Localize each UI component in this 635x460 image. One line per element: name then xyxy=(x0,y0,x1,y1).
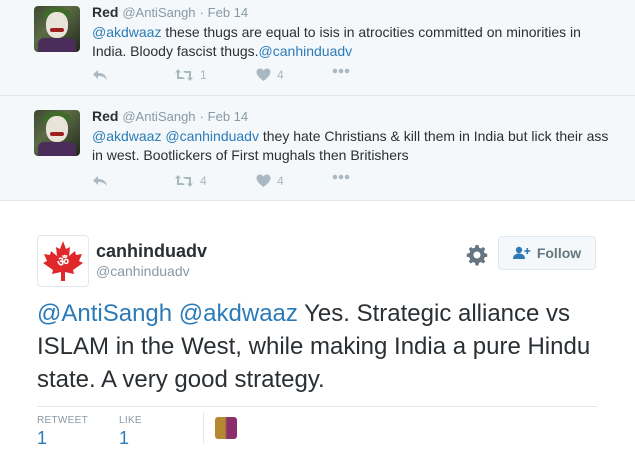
avatar[interactable]: ॐ xyxy=(37,235,89,287)
like-stat[interactable]: LIKE 1 xyxy=(119,415,142,449)
reply-tweet[interactable]: Red @AntiSangh · Feb 14 @akdwaaz these t… xyxy=(0,0,635,96)
tweet-date[interactable]: Feb 14 xyxy=(208,109,248,124)
svg-text:ॐ: ॐ xyxy=(57,254,69,270)
retweet-icon xyxy=(175,175,193,187)
stats-divider xyxy=(203,413,204,443)
heart-icon xyxy=(256,68,271,81)
gear-icon[interactable] xyxy=(466,244,488,266)
tweet-text: @akdwaaz these thugs are equal to isis i… xyxy=(92,23,612,61)
author-name[interactable]: Red xyxy=(92,108,118,124)
more-icon xyxy=(332,174,350,180)
retweet-stat[interactable]: RETWEET 1 xyxy=(37,415,88,449)
reply-icon xyxy=(93,70,107,80)
like-stat-label: LIKE xyxy=(119,415,142,426)
mention-link[interactable]: @canhinduadv xyxy=(165,128,259,144)
tweet-date[interactable]: Feb 14 xyxy=(208,5,248,20)
follow-user-icon xyxy=(512,246,531,259)
tweet-text: @akdwaaz @canhinduadv they hate Christia… xyxy=(92,127,612,165)
like-button[interactable]: 4 xyxy=(256,68,284,82)
mention-link[interactable]: @AntiSangh xyxy=(37,300,172,327)
separator: · xyxy=(199,5,204,20)
retweet-stat-label: RETWEET xyxy=(37,415,88,426)
heart-icon xyxy=(256,174,271,187)
tweet-text: @AntiSangh @akdwaaz Yes. Strategic allia… xyxy=(37,297,617,396)
retweet-stat-count: 1 xyxy=(37,428,48,448)
author-handle[interactable]: @canhinduadv xyxy=(96,263,190,279)
mention-link[interactable]: @akdwaaz xyxy=(92,24,161,40)
author-handle[interactable]: @AntiSangh xyxy=(122,109,195,124)
reply-button[interactable] xyxy=(92,68,108,82)
separator: · xyxy=(199,109,204,124)
retweet-count: 1 xyxy=(200,68,207,82)
more-icon xyxy=(332,68,350,74)
avatar[interactable] xyxy=(34,110,80,156)
tweet-stats: RETWEET 1 LIKE 1 xyxy=(37,406,597,449)
maple-leaf-om-icon: ॐ xyxy=(43,241,83,281)
retweet-button[interactable]: 4 xyxy=(174,174,207,188)
follow-label: Follow xyxy=(536,245,582,261)
author-handle[interactable]: @AntiSangh xyxy=(122,5,195,20)
tweet-header: Red @AntiSangh · Feb 14 xyxy=(92,108,248,124)
like-button[interactable]: 4 xyxy=(256,174,284,188)
mention-link[interactable]: @akdwaaz xyxy=(179,300,298,327)
reply-icon xyxy=(93,176,107,186)
like-stat-count: 1 xyxy=(119,428,130,448)
tweet-header: Red @AntiSangh · Feb 14 xyxy=(92,4,248,20)
mention-link[interactable]: @akdwaaz xyxy=(92,128,161,144)
follow-button[interactable]: Follow xyxy=(498,236,596,270)
author-name[interactable]: canhinduadv xyxy=(96,241,207,262)
reply-tweet[interactable]: Red @AntiSangh · Feb 14 @akdwaaz @canhin… xyxy=(0,96,635,201)
main-tweet: ॐ canhinduadv @canhinduadv Follow @AntiS… xyxy=(0,201,635,460)
retweet-count: 4 xyxy=(200,174,207,188)
reply-button[interactable] xyxy=(92,174,108,188)
author-name[interactable]: Red xyxy=(92,4,118,20)
more-button[interactable] xyxy=(332,174,350,180)
retweet-button[interactable]: 1 xyxy=(174,68,207,82)
like-count: 4 xyxy=(277,174,284,188)
like-count: 4 xyxy=(277,68,284,82)
retweet-icon xyxy=(175,69,193,81)
more-button[interactable] xyxy=(332,68,350,74)
liker-avatar[interactable] xyxy=(215,417,237,439)
avatar[interactable] xyxy=(34,6,80,52)
mention-link[interactable]: @canhinduadv xyxy=(259,43,353,59)
